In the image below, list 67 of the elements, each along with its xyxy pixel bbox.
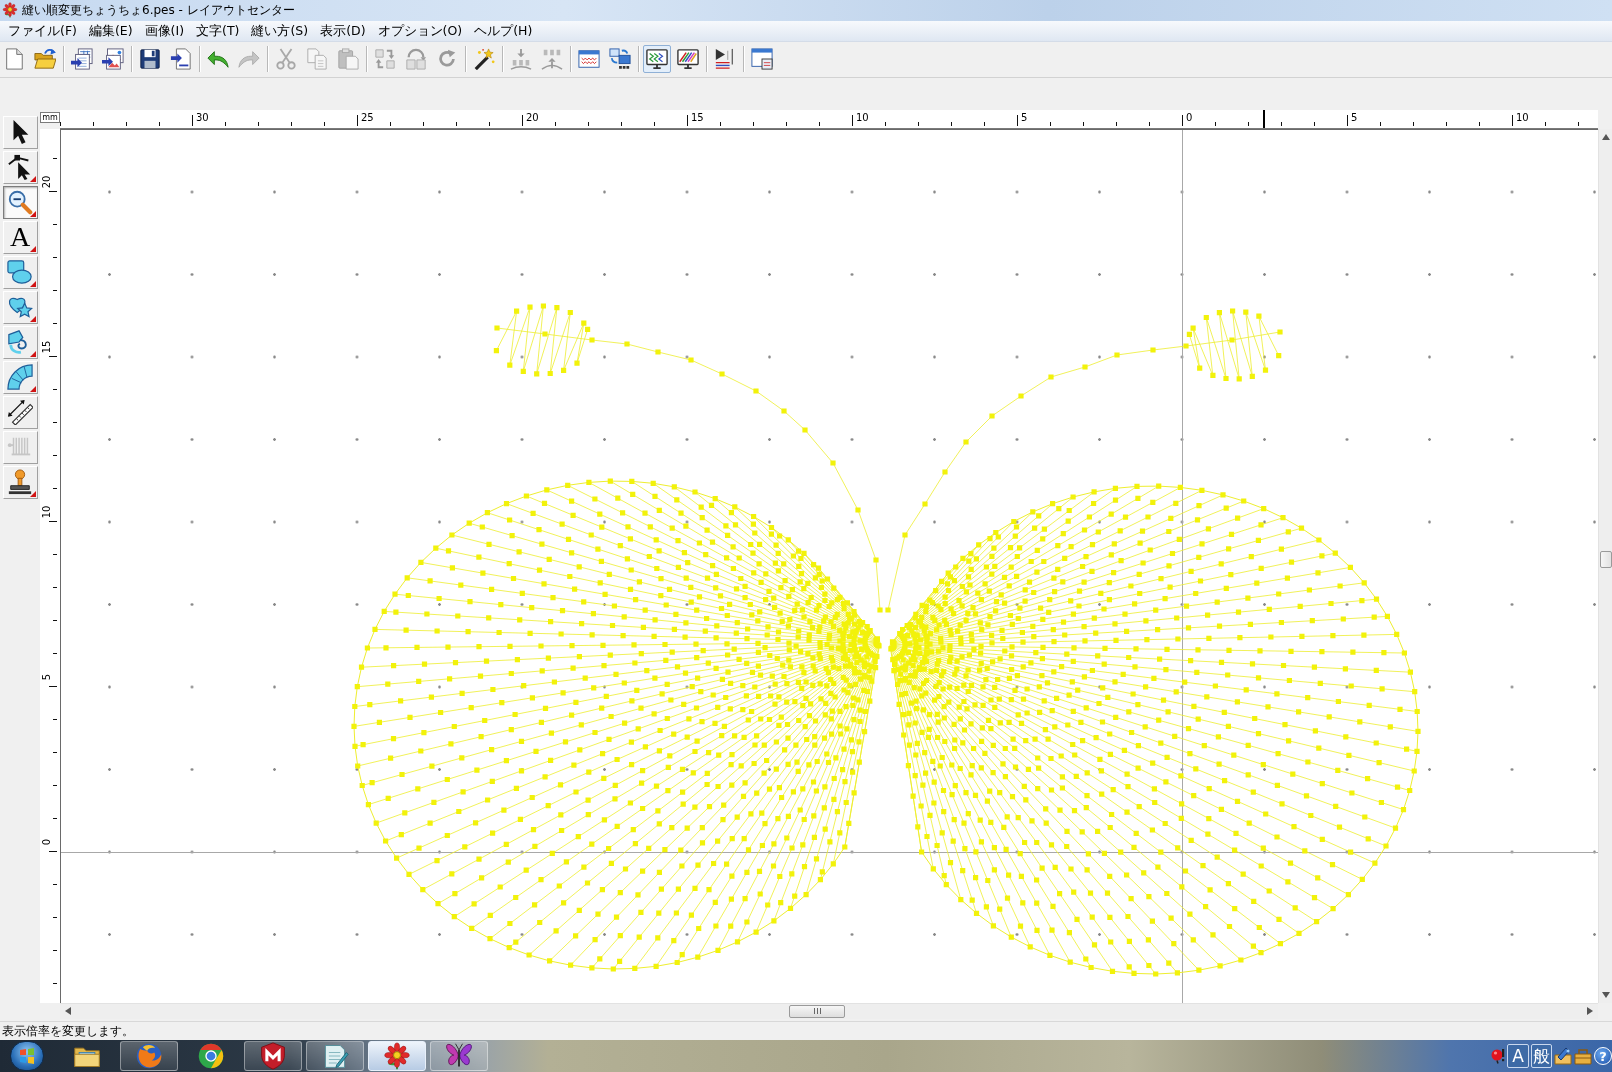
ruler-label: 30 [196,112,209,123]
caret-left-icon[interactable] [64,1007,72,1016]
corner-triangle-icon [29,210,36,217]
monitor-stripes-icon[interactable] [677,48,699,71]
toolbox-icon[interactable] [1574,1047,1592,1066]
zigzag-window-icon[interactable] [578,48,600,71]
magic-wand-icon[interactable] [473,48,495,71]
circle-segments-icon[interactable] [197,1042,225,1071]
scrollbar-thumb[interactable] [789,1004,845,1018]
tool-button[interactable]: A [2,220,38,254]
menu-item[interactable]: 文字(T) [190,20,246,41]
grip-icon [813,1008,821,1015]
ruler-label: 10 [42,505,52,519]
ruler-label: 0 [42,838,52,845]
window-icon[interactable] [751,48,773,71]
open-folder-icon[interactable] [34,48,56,71]
ruler-label: 0 [1186,112,1193,123]
new-document-icon[interactable] [3,48,25,71]
corner-triangle-icon [29,175,36,182]
undo-icon[interactable] [207,48,229,71]
document-arrow-icon[interactable] [170,48,192,71]
ruler-label: 20 [42,175,52,189]
corner-triangle-icon [29,385,36,392]
unit-label: mm [40,111,60,123]
menu-item[interactable]: ヘルプ(H) [468,20,539,41]
status-text: 表示倍率を変更します。 [2,1025,134,1038]
picture-document-arrow-icon[interactable] [102,48,124,71]
ruler-label: 25 [361,112,374,123]
ruler-label: 5 [42,673,52,680]
menu-item[interactable]: 編集(E) [82,20,139,41]
caret-right-icon[interactable] [1586,1007,1594,1016]
flower-icon [2,2,18,19]
scrollbar-thumb[interactable] [1599,550,1612,568]
corner-triangle-icon [29,315,36,322]
flower-icon [383,1042,411,1071]
flag-icon [19,1048,35,1065]
ruler-label: 20 [526,112,539,123]
caret-up-icon[interactable] [1601,132,1610,141]
save-icon[interactable] [139,48,161,71]
menu-item[interactable]: 縫い方(S) [245,20,315,41]
ruler-label: 5 [1351,112,1358,123]
corner-triangle-icon [29,350,36,357]
fox-globe-icon [135,1042,163,1071]
window-title: 縫い順変更ちょうちょ6.pes - レイアウトセンター [22,4,295,17]
alert-pin-icon[interactable] [1491,1048,1506,1065]
start-button[interactable] [10,1041,44,1072]
caret-down-icon[interactable] [1601,990,1610,999]
corner-triangle-icon [29,490,36,497]
grid-document-arrow-icon[interactable] [71,48,93,71]
ruler-label: 15 [42,340,52,354]
ruler-label: 5 [1021,112,1028,123]
menu-item[interactable]: 画像(I) [138,20,191,41]
ime-input-button[interactable]: 般 [1531,1044,1552,1069]
pencil-box-icon[interactable] [1554,1047,1572,1066]
taskbar-button[interactable] [368,1041,426,1072]
ruler-label: 10 [1516,112,1529,123]
ruler-label: 10 [856,112,869,123]
corner-triangle-icon [29,280,36,287]
menu-item[interactable]: 表示(D) [314,20,372,41]
play-lines-icon[interactable] [714,48,736,71]
menu-item[interactable]: ファイル(F) [2,20,83,41]
menu-item[interactable]: オプション(O) [371,20,469,41]
shield-icon [259,1042,287,1071]
ruler-label: 15 [691,112,704,123]
ime-mode-button[interactable]: A [1507,1044,1529,1069]
corner-triangle-icon [29,245,36,252]
window-exchange-icon[interactable] [609,48,631,71]
